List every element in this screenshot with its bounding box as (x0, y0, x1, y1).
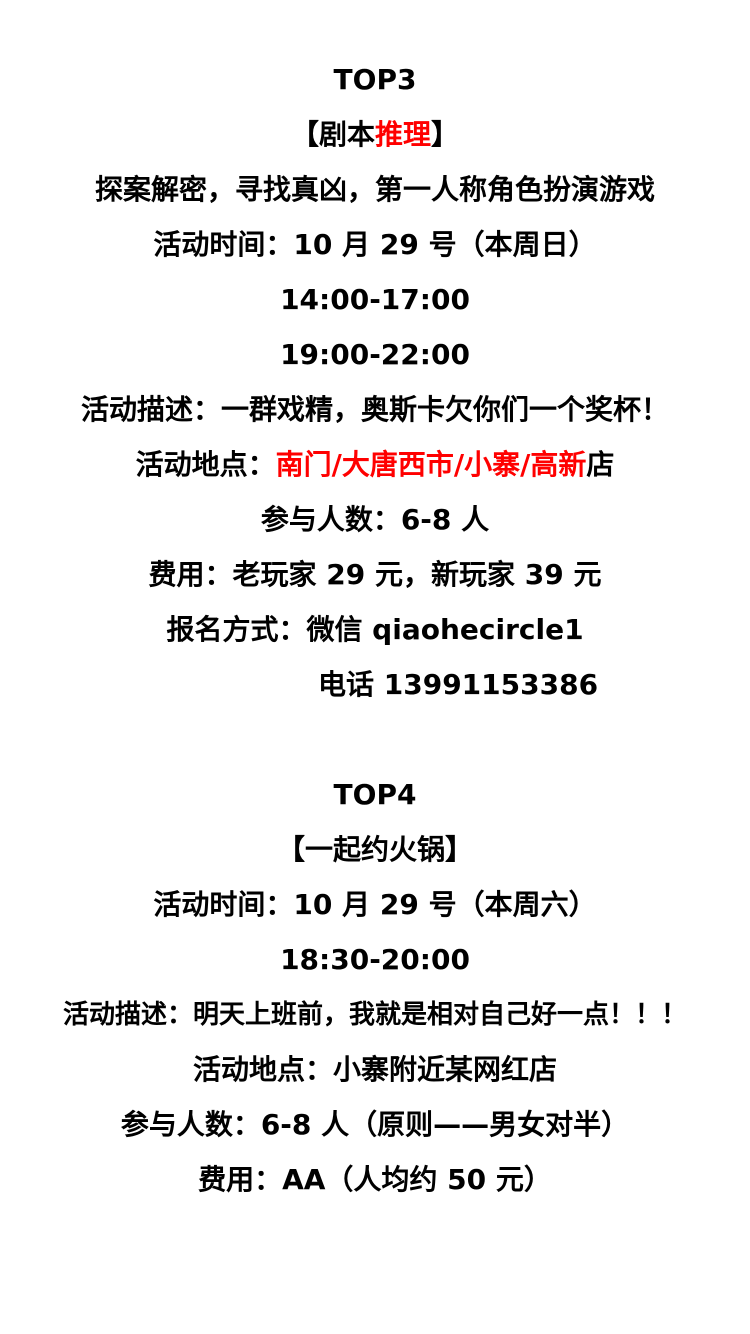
top3-location-suffix: 店 (586, 448, 615, 481)
top3-fee: 费用：老玩家 29 元，新玩家 39 元 (148, 558, 602, 591)
page: TOP3 【剧本推理】 探案解密，寻找真凶，第一人称角色扮演游戏 活动时间：10… (0, 0, 750, 1334)
top4-description: 活动描述：明天上班前，我就是相对自己好一点！！！ (62, 1000, 687, 1030)
top4-location: 活动地点：小寨附近某网红店 (192, 1053, 557, 1086)
top3-participants: 参与人数：6-8 人 (260, 503, 490, 536)
top3-title: 【剧本推理】 (0, 115, 750, 155)
top3-title-close: 】 (431, 118, 460, 151)
top3-location-prefix: 活动地点： (135, 448, 276, 481)
top3-location-highlight: 南门/大唐西市/小寨/高新 (275, 448, 587, 481)
top4-participants: 参与人数：6-8 人（原则——男女对半） (120, 1108, 630, 1141)
top3-time-slot-2: 19:00-22:00 (280, 338, 470, 371)
top4-heading: TOP4 (333, 778, 417, 811)
top3-title-open: 【剧本 (290, 118, 375, 151)
top3-phone: 电话 13991153386 (318, 668, 599, 701)
top3-time-label: 活动时间：10 月 29 号（本周日） (153, 228, 597, 261)
top3-signup: 报名方式：微信 qiaohecircle1 (166, 613, 584, 646)
top3-description: 活动描述：一群戏精，奥斯卡欠你们一个奖杯！ (80, 393, 669, 426)
top4-time-slot: 18:30-20:00 (280, 943, 470, 976)
top3-tagline: 探案解密，寻找真凶，第一人称角色扮演游戏 (94, 173, 655, 206)
top3-time-slot-1: 14:00-17:00 (280, 283, 470, 316)
top3-heading: TOP3 (333, 63, 417, 96)
top3-title-highlight: 推理 (374, 118, 431, 151)
top4-title: 【一起约火锅】 (276, 833, 473, 866)
top3-location: 活动地点：南门/大唐西市/小寨/高新店 (0, 445, 750, 485)
top4-fee: 费用：AA（人均约 50 元） (198, 1163, 552, 1196)
top4-time-label: 活动时间：10 月 29 号（本周六） (153, 888, 597, 921)
